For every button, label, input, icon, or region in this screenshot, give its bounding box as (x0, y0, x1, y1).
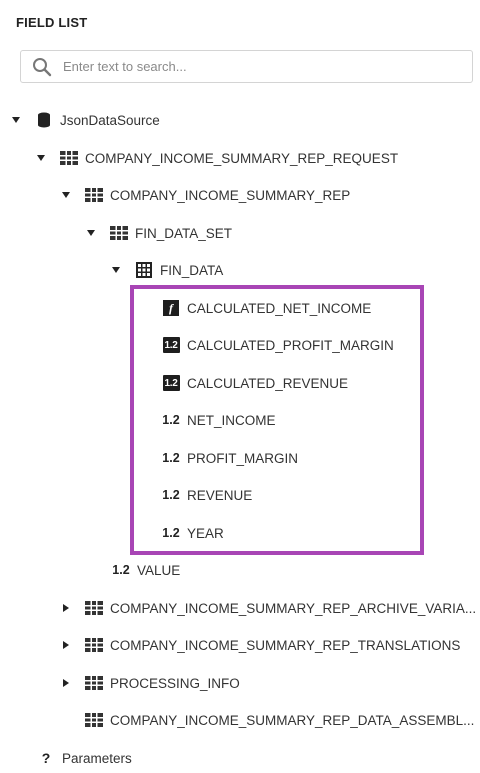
search-input[interactable] (63, 51, 463, 82)
tree-node-archive[interactable]: COMPANY_INCOME_SUMMARY_REP_ARCHIVE_VARIA… (60, 597, 480, 619)
table-icon (60, 150, 78, 166)
number-icon: 1.2 (112, 563, 130, 577)
grid-icon (135, 262, 153, 278)
expanded-arrow-icon[interactable] (85, 227, 97, 239)
highlight-box (130, 285, 424, 555)
table-icon (110, 225, 128, 241)
tree-node-data-assembly[interactable]: COMPANY_INCOME_SUMMARY_REP_DATA_ASSEMBL.… (60, 709, 480, 731)
table-icon (85, 600, 103, 616)
expanded-arrow-icon[interactable] (10, 114, 22, 126)
tree-node-fin-data[interactable]: FIN_DATA (110, 259, 223, 281)
collapsed-arrow-icon[interactable] (60, 677, 72, 689)
tree-node-label: JsonDataSource (60, 112, 160, 128)
field-value[interactable]: 1.2 VALUE (112, 559, 180, 581)
tree-node-fin-data-set[interactable]: FIN_DATA_SET (85, 222, 232, 244)
question-icon: ? (41, 750, 51, 766)
table-icon (85, 712, 103, 728)
panel-title: FIELD LIST (16, 15, 88, 30)
table-icon (85, 637, 103, 653)
tree-node-label: Parameters (62, 750, 132, 766)
tree-node-label: COMPANY_INCOME_SUMMARY_REP_DATA_ASSEMBL.… (110, 712, 475, 728)
field-label: VALUE (137, 562, 181, 578)
tree-node-translations[interactable]: COMPANY_INCOME_SUMMARY_REP_TRANSLATIONS (60, 634, 460, 656)
tree-node-parameters[interactable]: ? Parameters (37, 747, 132, 769)
tree-node-label: PROCESSING_INFO (110, 675, 240, 691)
database-icon (35, 112, 53, 128)
tree-node-label: FIN_DATA (160, 262, 224, 278)
expanded-arrow-icon[interactable] (60, 189, 72, 201)
expanded-arrow-icon[interactable] (110, 264, 122, 276)
collapsed-arrow-icon[interactable] (60, 602, 72, 614)
tree-node-label: FIN_DATA_SET (135, 225, 233, 241)
tree-node-label: COMPANY_INCOME_SUMMARY_REP_TRANSLATIONS (110, 637, 461, 653)
expanded-arrow-icon[interactable] (35, 152, 47, 164)
table-icon (85, 187, 103, 203)
collapsed-arrow-icon[interactable] (60, 639, 72, 651)
search-icon (32, 57, 52, 77)
tree-node-label: COMPANY_INCOME_SUMMARY_REP (110, 187, 351, 203)
tree-node-json-data-source[interactable]: JsonDataSource (10, 109, 160, 131)
tree-node-processing-info[interactable]: PROCESSING_INFO (60, 672, 240, 694)
tree-node-rep[interactable]: COMPANY_INCOME_SUMMARY_REP (60, 184, 350, 206)
table-icon (85, 675, 103, 691)
tree-node-label: COMPANY_INCOME_SUMMARY_REP_REQUEST (85, 150, 399, 166)
tree-node-label: COMPANY_INCOME_SUMMARY_REP_ARCHIVE_VARIA… (110, 600, 477, 616)
search-box[interactable] (20, 50, 473, 83)
tree-node-request[interactable]: COMPANY_INCOME_SUMMARY_REP_REQUEST (35, 147, 398, 169)
